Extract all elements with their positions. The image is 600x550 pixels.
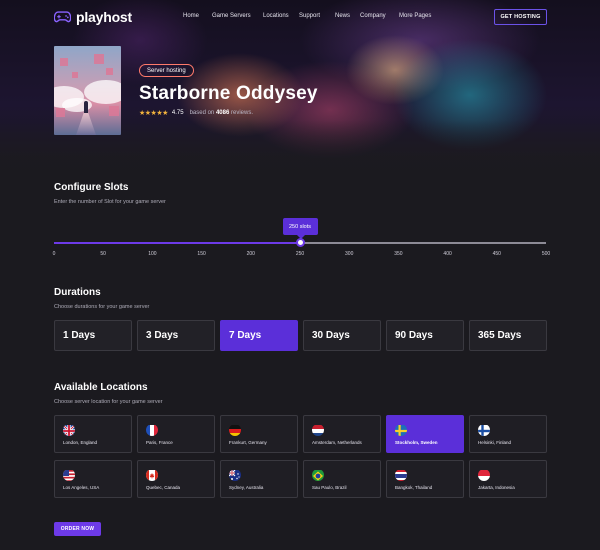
duration-1-days[interactable]: 1 Days xyxy=(54,320,132,351)
slider-tick-label: 450 xyxy=(492,251,501,257)
slots-title: Configure Slots xyxy=(54,182,129,193)
slider-tick-label: 300 xyxy=(345,251,354,257)
order-now-button[interactable]: ORDER NOW xyxy=(54,522,101,536)
australia-flag-icon xyxy=(229,469,241,481)
indonesia-flag-icon xyxy=(478,469,490,481)
canada-flag-icon xyxy=(146,469,158,481)
locations-subtitle: Choose server location for your game ser… xyxy=(54,399,163,405)
location-label: Sydney, Australia xyxy=(229,485,264,490)
slots-subtitle: Enter the number of Slot for your game s… xyxy=(54,199,166,205)
duration-3-days[interactable]: 3 Days xyxy=(137,320,215,351)
usa-flag-icon xyxy=(63,469,75,481)
slots-slider-handle[interactable] xyxy=(295,238,305,247)
game-title: Starborne Oddysey xyxy=(139,83,318,104)
thailand-flag-icon xyxy=(395,469,407,481)
location-bangkok[interactable]: Bangkok, Thailand xyxy=(386,460,464,498)
locations-title: Available Locations xyxy=(54,382,148,393)
slider-tick-label: 50 xyxy=(100,251,106,257)
nav-game-servers[interactable]: Game Servers xyxy=(212,13,251,19)
location-sao-paulo[interactable]: Sau Paulo, Brazil xyxy=(303,460,381,498)
uk-flag-icon xyxy=(63,424,75,436)
rating-count: 4086 xyxy=(215,110,230,116)
rating-prefix: based on xyxy=(189,110,215,116)
slider-tick-label: 150 xyxy=(197,251,206,257)
location-label: Stockholm, Sweden xyxy=(395,440,438,445)
brazil-flag-icon xyxy=(312,469,324,481)
slider-tick-label: 200 xyxy=(246,251,255,257)
location-paris[interactable]: Paris, France xyxy=(137,415,215,453)
location-label: Los Angeles, USA xyxy=(63,485,100,490)
slots-value-tooltip: 250 slots xyxy=(282,218,318,239)
duration-365-days[interactable]: 365 Days xyxy=(469,320,547,351)
location-jakarta[interactable]: Jakarta, Indonesia xyxy=(469,460,547,498)
duration-30-days[interactable]: 30 Days xyxy=(303,320,381,351)
nav-news[interactable]: News xyxy=(335,13,350,19)
location-label: Helsinki, Finland xyxy=(478,440,512,445)
get-hosting-button[interactable]: GET HOSTING xyxy=(494,9,547,25)
nav-more-pages[interactable]: More Pages xyxy=(399,13,431,19)
rating-value: 4.75 xyxy=(171,110,184,116)
server-hosting-tag: Server hosting xyxy=(139,64,194,77)
finland-flag-icon xyxy=(478,424,490,436)
duration-7-days[interactable]: 7 Days xyxy=(220,320,298,351)
location-label: Bangkok, Thailand xyxy=(395,485,433,490)
location-helsinki[interactable]: Helsinki, Finland xyxy=(469,415,547,453)
location-label: Sau Paulo, Brazil xyxy=(312,485,347,490)
rating: ★★★★★ 4.75 based on 4086 reviews. xyxy=(139,109,253,117)
france-flag-icon xyxy=(146,424,158,436)
germany-flag-icon xyxy=(229,424,241,436)
location-london[interactable]: London, England xyxy=(54,415,132,453)
location-frankfurt[interactable]: Frankurt, Germany xyxy=(220,415,298,453)
durations-subtitle: Choose durations for your game server xyxy=(54,304,150,310)
durations-title: Durations xyxy=(54,287,101,298)
nav-support[interactable]: Support xyxy=(299,13,320,19)
slider-tick-label: 100 xyxy=(148,251,157,257)
duration-90-days[interactable]: 90 Days xyxy=(386,320,464,351)
slider-tick-label: 400 xyxy=(443,251,452,257)
slots-slider-fill xyxy=(54,242,300,244)
game-cover-image xyxy=(54,46,121,135)
slider-tick-label: 500 xyxy=(541,251,551,257)
slider-tick-label: 0 xyxy=(52,251,56,257)
location-sydney[interactable]: Sydney, Australia xyxy=(220,460,298,498)
location-label: London, England xyxy=(63,440,98,445)
rating-suffix: reviews. xyxy=(230,110,253,116)
slider-tick-label: 250 xyxy=(295,251,305,257)
location-label: Paris, France xyxy=(146,440,173,445)
nav-company[interactable]: Company xyxy=(360,13,386,19)
location-stockholm[interactable]: Stockholm, Sweden xyxy=(386,415,464,453)
netherlands-flag-icon xyxy=(312,424,324,436)
location-label: Quebec, Canada xyxy=(146,485,181,490)
location-quebec[interactable]: Quebec, Canada xyxy=(137,460,215,498)
location-amsterdam[interactable]: Amsterdam, Netherlands xyxy=(303,415,381,453)
location-label: Amsterdam, Netherlands xyxy=(312,440,362,445)
star-rating-icon: ★★★★★ xyxy=(139,110,168,117)
nav-locations[interactable]: Locations xyxy=(263,13,289,19)
location-los-angeles[interactable]: Los Angeles, USA xyxy=(54,460,132,498)
location-label: Frankurt, Germany xyxy=(229,440,267,445)
top-nav: playhost Home Game Servers Locations Sup… xyxy=(0,0,600,34)
sweden-flag-icon xyxy=(395,424,407,436)
location-label: Jakarta, Indonesia xyxy=(478,485,515,490)
slider-tick-label: 350 xyxy=(394,251,403,257)
nav-home[interactable]: Home xyxy=(183,13,199,19)
